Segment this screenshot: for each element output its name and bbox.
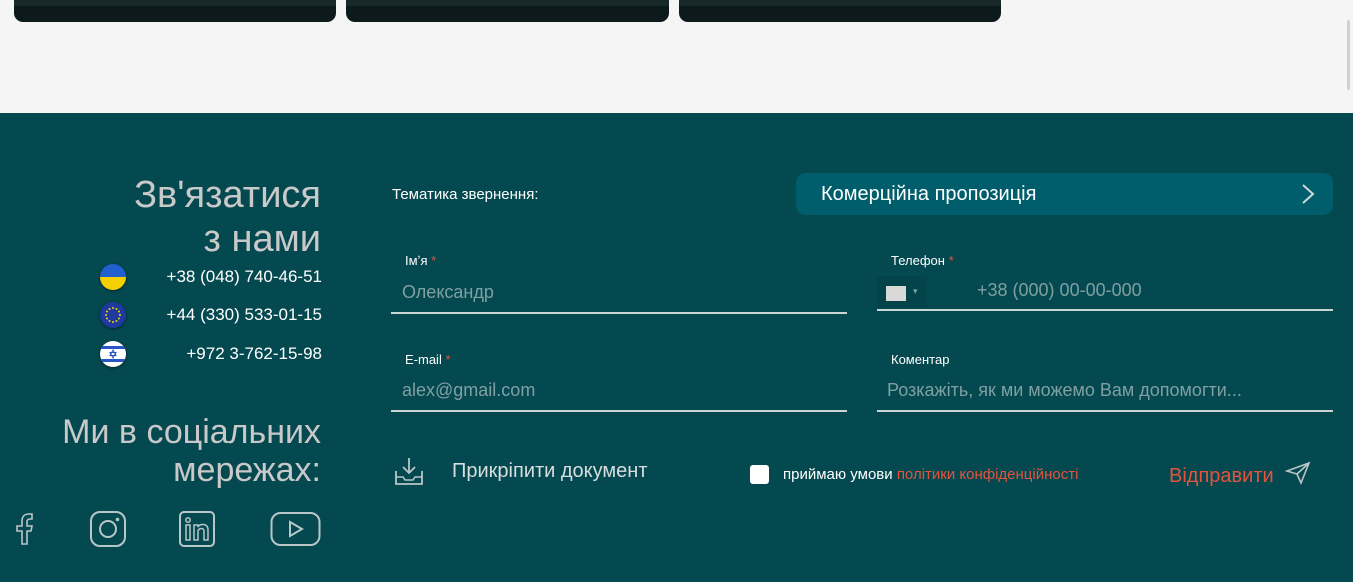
scrollbar[interactable] xyxy=(1345,0,1353,582)
article-card[interactable] xyxy=(14,0,336,22)
name-input[interactable]: Олександр xyxy=(402,282,494,303)
phone-row-israel[interactable]: +972 3-762-15-98 xyxy=(100,340,322,368)
comment-input[interactable]: Розкажіть, як ми можемо Вам допомогти... xyxy=(887,380,1242,401)
attach-document-button[interactable]: Прикріпити документ xyxy=(452,460,648,483)
privacy-checkbox[interactable] xyxy=(750,465,769,484)
chevron-down-icon: ▾ xyxy=(913,286,918,296)
phone-label: Телефон * xyxy=(891,253,954,268)
name-underline xyxy=(391,312,847,314)
israel-flag-icon xyxy=(100,341,126,367)
eu-flag-icon xyxy=(100,302,126,328)
phone-underline xyxy=(877,309,1333,311)
privacy-policy-link[interactable]: політики конфіденційності xyxy=(897,466,1079,483)
send-icon xyxy=(1284,461,1311,491)
scrollbar-thumb[interactable] xyxy=(1347,20,1350,90)
contact-footer: Зв'язатися з нами +38 (048) 740-46-51 +4… xyxy=(0,113,1353,582)
facebook-icon[interactable] xyxy=(12,510,36,548)
required-mark: * xyxy=(445,352,451,367)
contact-title: Зв'язатися з нами xyxy=(21,173,321,261)
name-label: Імʼя * xyxy=(405,253,436,268)
topic-select-value: Комерційна пропозиція xyxy=(821,183,1037,205)
phone-label-text: Телефон xyxy=(891,253,945,268)
phone-number[interactable]: +972 3-762-15-98 xyxy=(186,344,322,364)
phone-input[interactable]: +38 (000) 00-00-000 xyxy=(977,280,1142,301)
social-title-line1: Ми в соціальних xyxy=(62,413,321,451)
consent-label: приймаю умови xyxy=(783,466,893,483)
youtube-icon[interactable] xyxy=(270,510,321,548)
contact-title-line1: Зв'язатися xyxy=(134,174,321,216)
instagram-icon[interactable] xyxy=(89,510,127,548)
name-label-text: Імʼя xyxy=(405,253,428,268)
comment-label: Коментар xyxy=(891,352,950,367)
consent-text: приймаю умови політики конфіденційності xyxy=(783,466,1078,483)
attach-icon[interactable] xyxy=(393,455,425,492)
articles-section xyxy=(0,0,1353,113)
topic-label: Тематика звернення: xyxy=(392,186,539,203)
topic-select[interactable]: Комерційна пропозиція xyxy=(796,173,1333,215)
submit-label: Відправити xyxy=(1169,465,1274,487)
email-label: E-mail * xyxy=(405,352,451,367)
email-input[interactable]: alex@gmail.com xyxy=(402,380,535,401)
article-card[interactable] xyxy=(346,0,669,22)
phone-row-ukraine[interactable]: +38 (048) 740-46-51 xyxy=(100,263,322,291)
phone-row-eu[interactable]: +44 (330) 533-01-15 xyxy=(100,301,322,329)
country-code-select[interactable]: ▾ xyxy=(877,276,927,308)
chevron-right-icon xyxy=(1301,183,1315,210)
social-title: Ми в соціальних мережах: xyxy=(1,413,321,489)
email-underline xyxy=(391,410,847,412)
article-card[interactable] xyxy=(679,0,1001,22)
contact-title-line2: з нами xyxy=(203,218,321,260)
phone-number[interactable]: +38 (048) 740-46-51 xyxy=(167,267,322,287)
required-mark: * xyxy=(948,253,954,268)
email-label-text: E-mail xyxy=(405,352,442,367)
comment-underline xyxy=(877,410,1333,412)
ukraine-flag-icon xyxy=(100,264,126,290)
country-flag-placeholder xyxy=(886,286,906,301)
phone-number[interactable]: +44 (330) 533-01-15 xyxy=(167,305,322,325)
social-title-line2: мережах: xyxy=(173,451,321,489)
linkedin-icon[interactable] xyxy=(179,510,215,548)
submit-button[interactable]: Відправити xyxy=(1169,461,1311,491)
required-mark: * xyxy=(431,253,437,268)
